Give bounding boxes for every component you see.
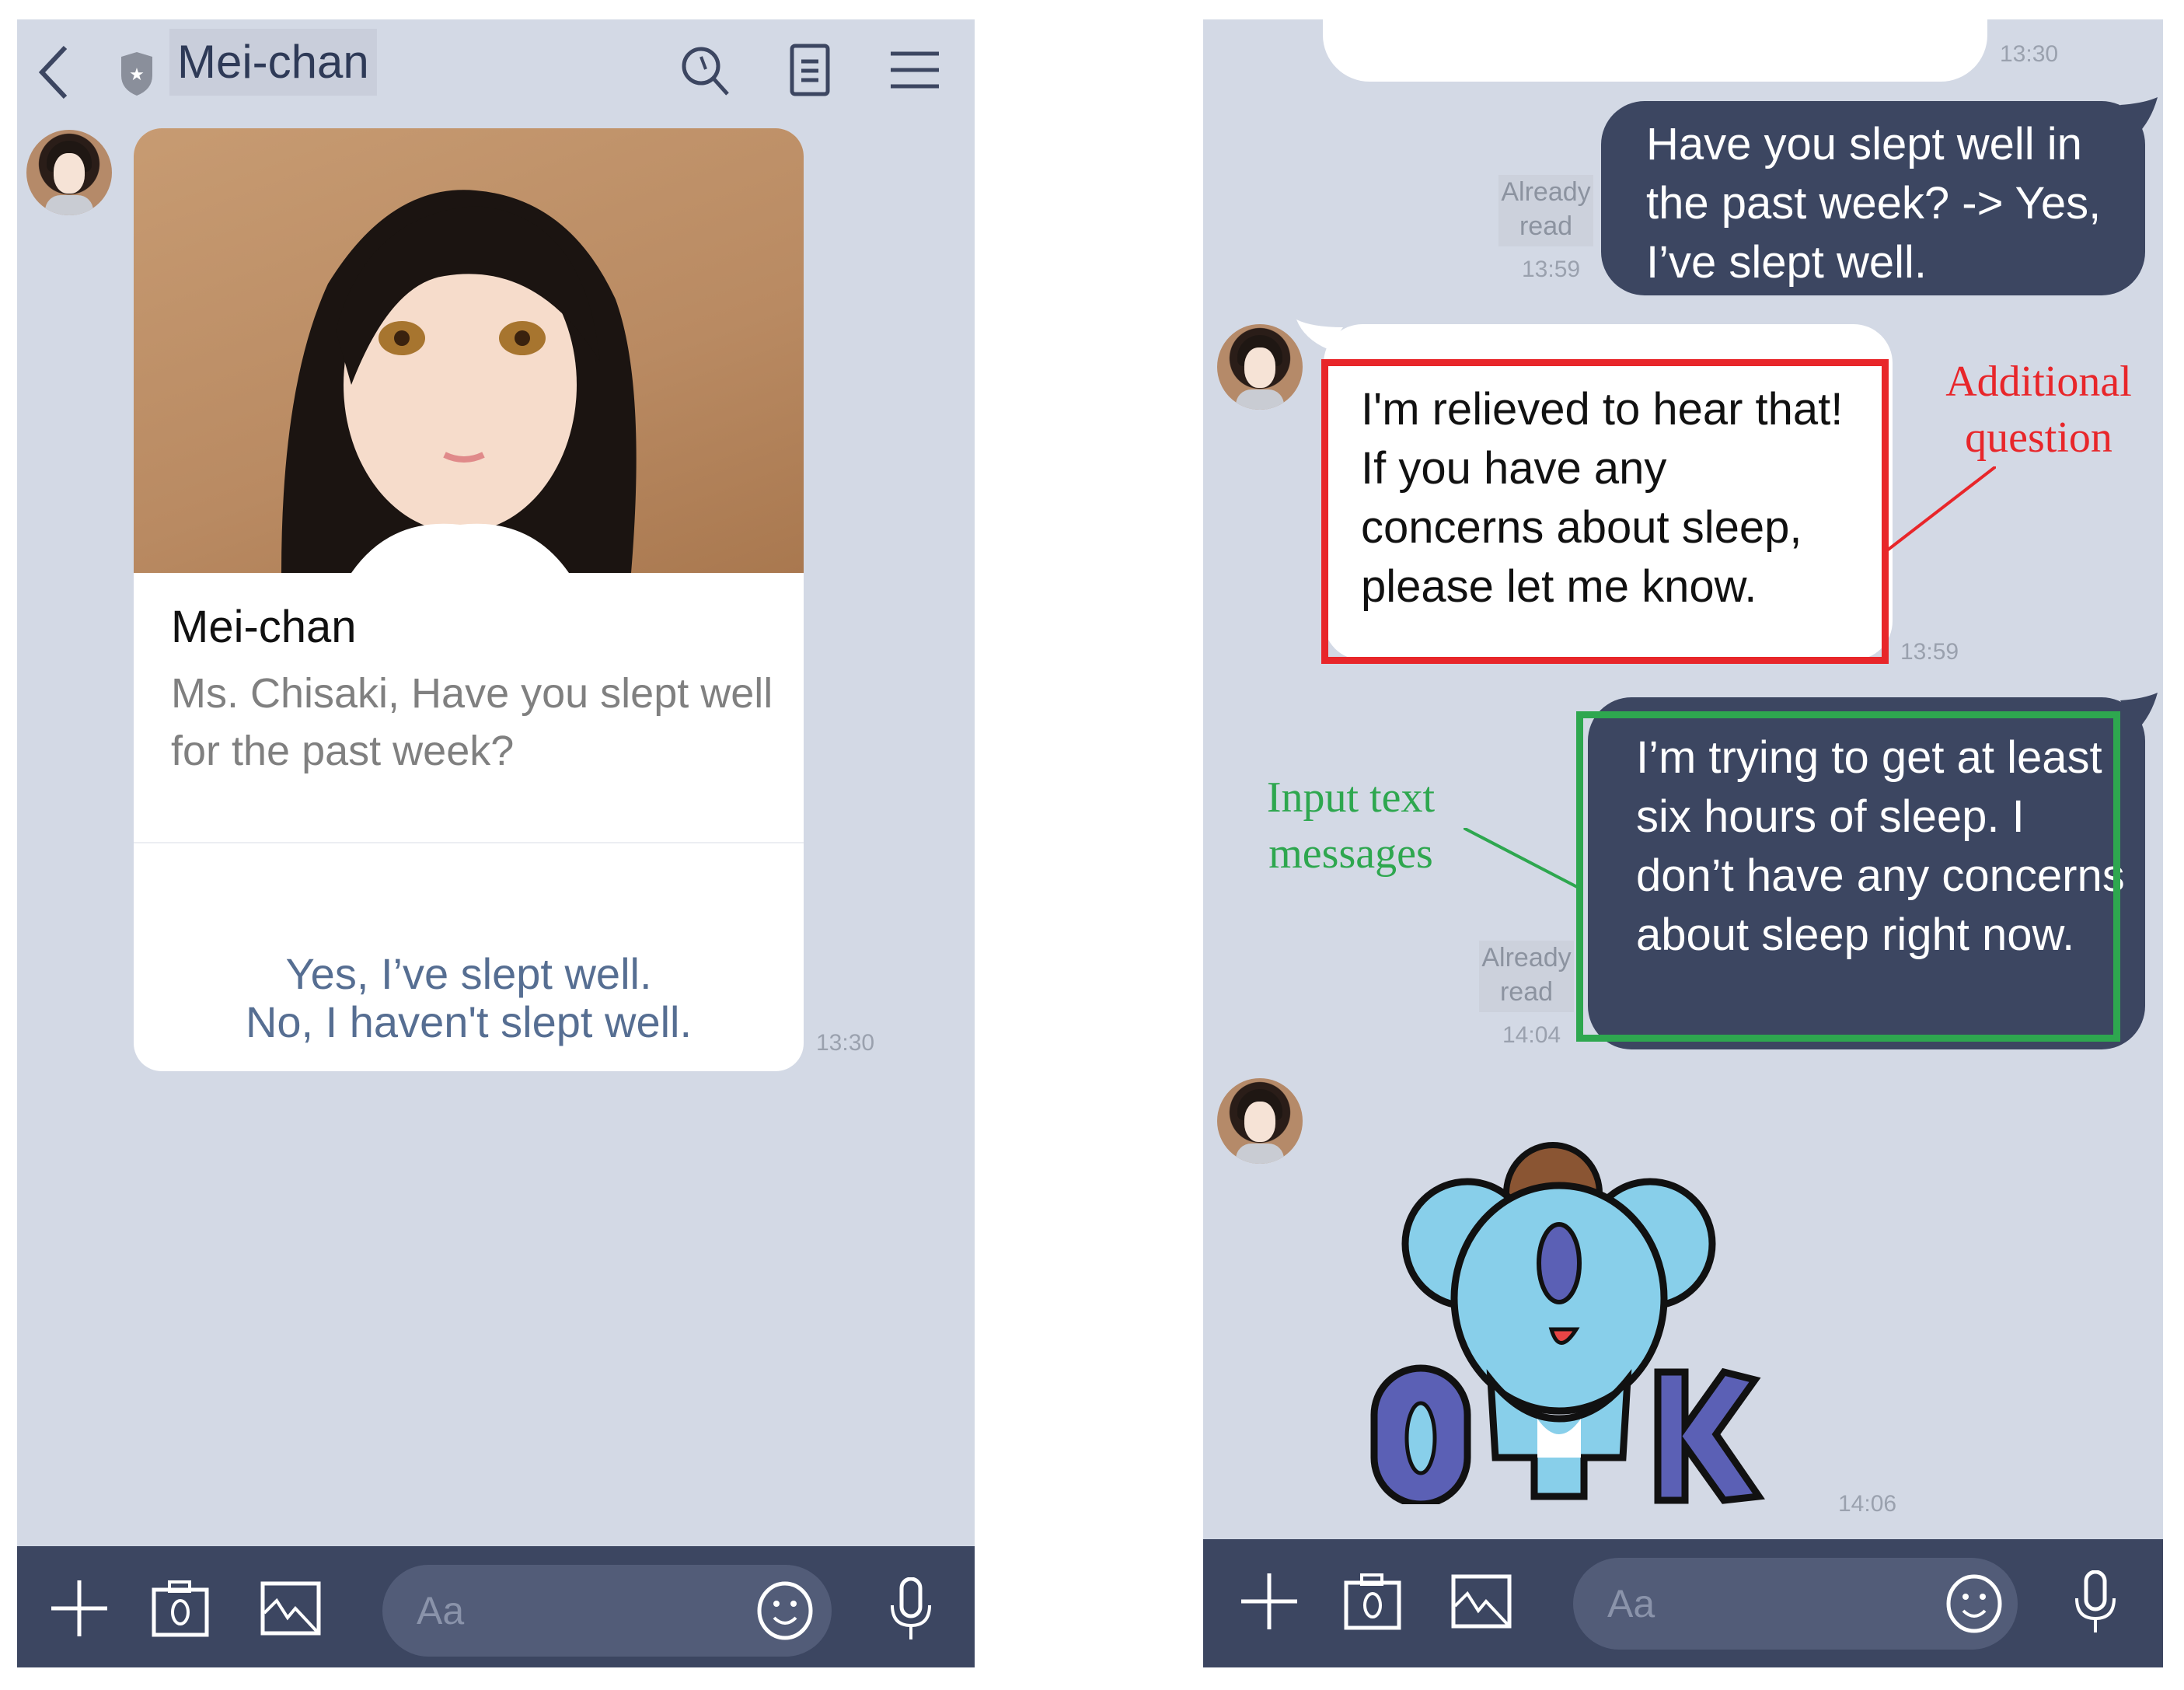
bubble-tail [2120,97,2158,136]
annotation-additional-question: Additional question [1945,358,2132,462]
image-icon[interactable] [1450,1570,1512,1632]
timestamp: 13:30 [2000,41,2059,67]
image-icon[interactable] [260,1577,322,1639]
emoji-icon[interactable] [755,1580,815,1641]
input-bar: Aa [17,1546,975,1667]
message-input[interactable]: Aa [1573,1558,2018,1650]
character-image [134,128,804,574]
input-bar: Aa [1203,1539,2163,1667]
input-placeholder: Aa [417,1589,465,1632]
message-input[interactable]: Aa [382,1565,832,1657]
svg-text:OK: OK [1351,1123,1352,1124]
divider [134,842,804,843]
notes-icon[interactable] [783,43,837,97]
annotation-line-green [1464,828,1580,890]
ok-koala-sticker[interactable]: OK [1351,1123,1771,1504]
bot-avatar[interactable] [1217,324,1303,410]
back-chevron-icon[interactable] [34,41,73,103]
option-no-button[interactable]: No, I haven't slept well. [134,997,804,1047]
timestamp: 14:06 [1838,1491,1897,1517]
chat-title: Mei-chan [169,29,377,96]
bot-avatar[interactable] [1217,1078,1303,1164]
card-question: Ms. Chisaki, Have you slept well for the… [171,670,773,774]
microphone-icon[interactable] [2064,1570,2126,1632]
timestamp: 14:04 [1502,1022,1561,1048]
timestamp: 13:59 [1900,639,1959,665]
read-receipt: Already read [1498,175,1593,246]
timestamp: 13:59 [1522,257,1581,282]
input-placeholder: Aa [1607,1582,1655,1625]
timestamp: 13:30 [816,1030,875,1056]
search-icon[interactable] [678,43,732,97]
input-text-highlight [1576,711,2120,1042]
option-yes-button[interactable]: Yes, I’ve slept well. [134,948,804,999]
sent-message: Have you slept well in the past week? ->… [1601,101,2145,295]
camera-icon[interactable] [1341,1570,1404,1632]
previous-card-bottom [1323,19,1987,82]
annotation-input-text-messages: Input text messages [1266,773,1436,878]
card-title: Mei-chan [171,602,357,652]
right-chat-screen: 13:30 Already read 13:59 Have you slept … [1203,19,2163,1667]
svg-text:★: ★ [129,65,145,84]
emoji-icon[interactable] [1945,1573,2004,1634]
microphone-icon[interactable] [880,1577,942,1639]
bubble-tail [1296,319,1343,349]
bubble-tail [2120,693,2158,732]
left-chat-screen: ★ Mei-chan Mei-chan Ms. Chisaki, Have yo… [17,19,975,1667]
read-receipt: Already read [1479,941,1574,1012]
menu-icon[interactable] [888,43,942,97]
annotation-line-red [1887,466,1996,552]
bot-avatar[interactable] [26,130,112,215]
camera-icon[interactable] [149,1577,211,1639]
shield-icon: ★ [121,52,152,96]
plus-icon[interactable] [1238,1570,1300,1632]
plus-icon[interactable] [48,1577,110,1639]
additional-question-highlight [1321,359,1889,664]
message-text: Have you slept well in the past week? ->… [1646,119,2102,288]
question-card: Mei-chan Ms. Chisaki, Have you slept wel… [134,128,804,1071]
